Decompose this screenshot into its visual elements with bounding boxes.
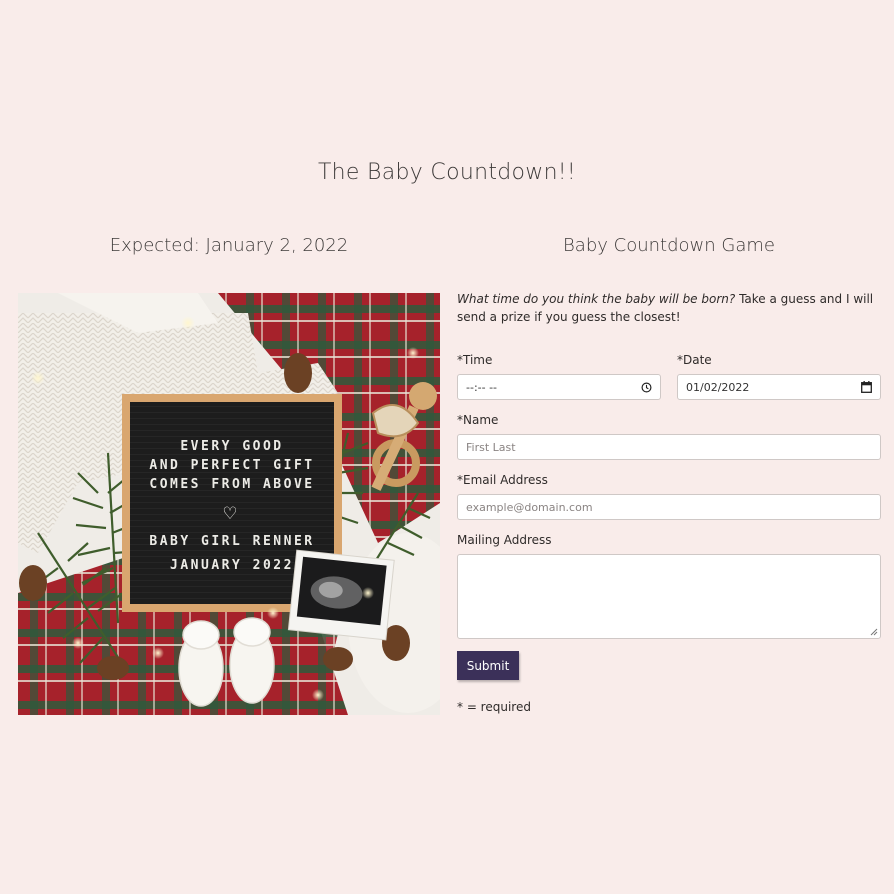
mailing-group: Mailing Address — [457, 533, 881, 639]
resize-grip-icon[interactable] — [870, 628, 878, 636]
name-group: *Name First Last — [457, 413, 881, 460]
expected-date-heading: Expected: January 2, 2022 — [109, 235, 349, 256]
time-group: *Time --:-- -- — [457, 353, 661, 400]
sign-line-4: BABY GIRL RENNER — [149, 534, 314, 549]
intro-question: What time do you think the baby will be … — [457, 292, 736, 306]
form-intro: What time do you think the baby will be … — [457, 290, 881, 326]
date-input[interactable]: 01/02/2022 — [677, 374, 881, 400]
announcement-photo: EVERY GOOD AND PERFECT GIFT COMES FROM A… — [18, 293, 440, 715]
email-label: *Email Address — [457, 473, 548, 487]
mailing-label: Mailing Address — [457, 533, 552, 547]
game-heading: Baby Countdown Game — [563, 235, 775, 256]
sign-line-2: AND PERFECT GIFT — [149, 458, 314, 473]
submit-button[interactable]: Submit — [457, 651, 519, 680]
name-label: *Name — [457, 413, 499, 427]
required-note: * = required — [457, 700, 531, 714]
sign-line-3: COMES FROM ABOVE — [149, 477, 314, 492]
name-placeholder: First Last — [466, 440, 516, 454]
page-title: The Baby Countdown!! — [317, 160, 577, 185]
countdown-form: What time do you think the baby will be … — [457, 290, 881, 714]
sign-line-1: EVERY GOOD — [180, 439, 283, 454]
email-group: *Email Address example@domain.com — [457, 473, 881, 520]
name-input[interactable]: First Last — [457, 434, 881, 460]
clock-icon[interactable] — [641, 382, 652, 393]
date-group: *Date 01/02/2022 — [677, 353, 881, 400]
time-date-row: *Time --:-- -- *Date 01/02/2022 — [457, 353, 881, 400]
email-input[interactable]: example@domain.com — [457, 494, 881, 520]
page: The Baby Countdown!! Expected: January 2… — [0, 0, 894, 894]
time-input[interactable]: --:-- -- — [457, 374, 661, 400]
email-placeholder: example@domain.com — [466, 500, 593, 514]
mailing-address-textarea[interactable] — [457, 554, 881, 639]
sign-line-5: JANUARY 2022 — [170, 558, 294, 573]
time-value: --:-- -- — [466, 380, 498, 394]
date-label: *Date — [677, 353, 712, 367]
calendar-icon[interactable] — [861, 381, 872, 393]
heart-icon: ♡ — [222, 504, 237, 524]
time-label: *Time — [457, 353, 493, 367]
date-value: 01/02/2022 — [686, 380, 750, 394]
